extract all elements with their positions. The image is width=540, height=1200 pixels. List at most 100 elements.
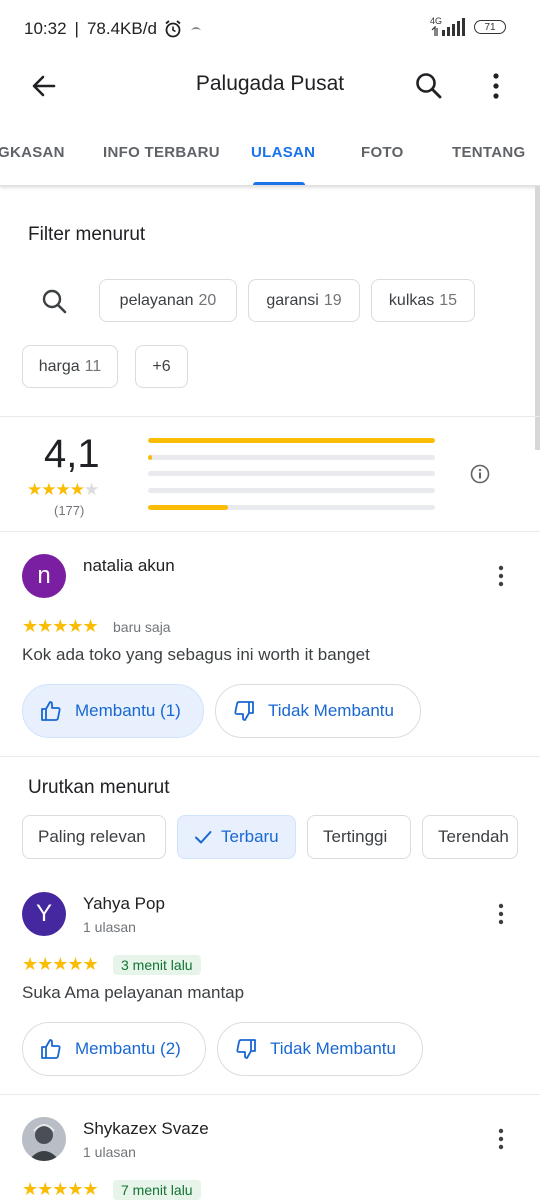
tab-foto[interactable]: FOTO — [361, 144, 404, 161]
status-right: 4G 71 — [430, 17, 506, 36]
review-text: Kok ada toko yang sebagus ini worth it b… — [22, 645, 370, 664]
average-rating: 4,1 — [44, 432, 100, 476]
rating-bar-fill — [148, 438, 435, 443]
average-stars: ★★★★★ — [27, 480, 99, 499]
tab-tentang[interactable]: TENTANG — [452, 144, 525, 161]
more-vert-icon — [493, 73, 499, 99]
rating-bar-2 — [148, 488, 435, 493]
chip-label: garansi — [266, 291, 319, 309]
chip-count: 11 — [84, 357, 102, 375]
sort-option-newest[interactable]: Terbaru — [177, 815, 296, 859]
reviewer-review-count: 1 ulasan — [83, 919, 136, 935]
not-helpful-label: Tidak Membantu — [268, 701, 394, 720]
network-speed: 78.4KB/d — [86, 19, 157, 38]
review-more-button[interactable] — [489, 1127, 513, 1151]
tab-info-terbaru[interactable]: INFO TERBARU — [103, 144, 220, 161]
filter-chip-kulkas[interactable]: kulkas 15 — [371, 279, 475, 322]
sort-label: Terendah — [438, 827, 509, 846]
avatar-photo[interactable] — [22, 1117, 66, 1161]
thumb-up-icon — [41, 701, 61, 721]
avatar-letter: n — [37, 562, 51, 589]
helpful-label: Membantu (1) — [75, 701, 181, 720]
status-separator: | — [74, 19, 79, 38]
chip-label: pelayanan — [119, 291, 194, 309]
filter-chip-pelayanan[interactable]: pelayanan 20 — [99, 279, 237, 322]
sort-title: Urutkan menurut — [28, 777, 170, 798]
filter-chip-more[interactable]: +6 — [135, 345, 188, 388]
tab-ulasan[interactable]: ULASAN — [251, 144, 315, 161]
helpful-button[interactable]: Membantu (2) — [22, 1022, 206, 1076]
scrollbar[interactable] — [535, 186, 540, 450]
divider — [0, 1094, 540, 1095]
sort-option-lowest[interactable]: Terendah — [422, 815, 518, 859]
search-button[interactable] — [413, 70, 445, 102]
sort-option-highest[interactable]: Tertinggi — [307, 815, 411, 859]
battery-level: 71 — [484, 21, 496, 33]
chip-label: +6 — [152, 357, 171, 375]
status-time: 10:32 — [24, 19, 67, 38]
not-helpful-button[interactable]: Tidak Membantu — [217, 1022, 423, 1076]
profile-photo-icon — [22, 1117, 66, 1161]
thumb-down-icon — [236, 1039, 256, 1059]
reviewer-review-count: 1 ulasan — [83, 1144, 136, 1160]
avatar[interactable]: Y — [22, 892, 66, 936]
thumb-down-icon — [234, 701, 254, 721]
tab-ringkasan[interactable]: GKASAN — [0, 144, 65, 161]
helpful-label: Membantu (2) — [75, 1039, 181, 1058]
more-options-button[interactable] — [480, 70, 512, 102]
sort-label: Paling relevan — [38, 827, 146, 846]
not-helpful-label: Tidak Membantu — [270, 1039, 396, 1058]
review-count: (177) — [54, 503, 85, 518]
more-vert-icon — [498, 565, 504, 587]
tab-active-indicator — [253, 182, 305, 185]
alarm-icon — [165, 20, 181, 38]
filter-title: Filter menurut — [28, 224, 146, 245]
reviewer-name[interactable]: natalia akun — [83, 556, 175, 576]
battery-icon: 71 — [474, 20, 506, 34]
filter-chip-garansi[interactable]: garansi 19 — [248, 279, 360, 322]
review-text: Suka Ama pelayanan mantap — [22, 983, 245, 1002]
review-time-badge: 7 menit lalu — [113, 1180, 201, 1200]
rating-bar-fill — [148, 455, 153, 460]
not-helpful-button[interactable]: Tidak Membantu — [215, 684, 421, 738]
chip-label: kulkas — [388, 291, 435, 309]
rating-info-button[interactable] — [469, 463, 491, 485]
review-stars: ★★★★★ — [22, 616, 99, 636]
chip-count: 20 — [198, 291, 217, 309]
rating-bar-fill — [148, 505, 229, 510]
review-time-badge: 3 menit lalu — [113, 955, 201, 975]
avatar-letter: Y — [35, 900, 52, 927]
avatar[interactable]: n — [22, 554, 66, 598]
notification-icon — [190, 27, 201, 30]
more-vert-icon — [498, 1128, 504, 1150]
check-icon — [195, 831, 212, 844]
status-bar: 10:32 | 78.4KB/d 4G 71 — [0, 0, 540, 60]
page-title: Palugada Pusat — [195, 72, 345, 95]
status-left: 10:32 | 78.4KB/d — [24, 19, 203, 39]
search-icon — [416, 73, 442, 99]
rating-bar-5 — [148, 438, 435, 443]
more-vert-icon — [498, 903, 504, 925]
reviewer-name[interactable]: Yahya Pop — [83, 894, 165, 914]
rating-bar-3 — [148, 471, 435, 476]
reviewer-name[interactable]: Shykazex Svaze — [83, 1119, 209, 1139]
helpful-button[interactable]: Membantu (1) — [22, 684, 204, 738]
filter-chip-harga[interactable]: harga 11 — [22, 345, 118, 388]
chip-count: 19 — [323, 291, 342, 309]
review-more-button[interactable] — [489, 902, 513, 926]
review-more-button[interactable] — [489, 564, 513, 588]
signal-icon: 4G — [430, 17, 466, 36]
review-stars: ★★★★★ — [22, 1179, 99, 1199]
filter-search-button[interactable] — [38, 285, 72, 319]
review-stars: ★★★★★ — [22, 954, 99, 974]
divider — [0, 531, 540, 532]
chip-label: harga — [38, 357, 80, 375]
rating-bar-4 — [148, 455, 435, 460]
divider — [0, 756, 540, 757]
search-icon — [42, 289, 67, 314]
info-icon — [470, 464, 490, 484]
chip-count: 15 — [439, 291, 458, 309]
rating-bar-1 — [148, 505, 435, 510]
sort-label: Tertinggi — [323, 827, 388, 846]
sort-option-relevant[interactable]: Paling relevan — [22, 815, 166, 859]
